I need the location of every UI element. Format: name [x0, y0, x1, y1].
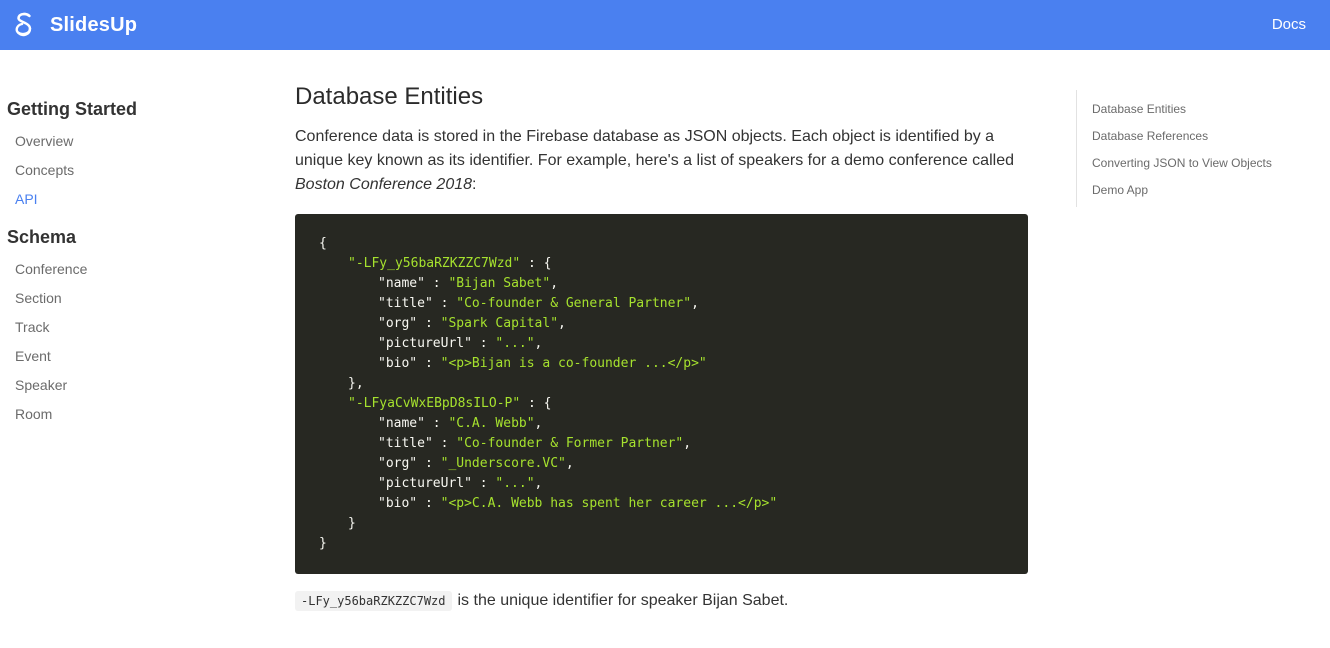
code-entry-key: "-LFy_y56baRZKZZC7Wzd" — [348, 256, 521, 271]
sidebar-item-event[interactable]: Event — [15, 342, 247, 371]
code-line: }, — [319, 374, 1028, 394]
page-title: Database Entities — [295, 83, 484, 110]
code-field-value: "Bijan Sabet" — [448, 276, 551, 291]
code-line: } — [319, 514, 1028, 534]
code-comma: , — [534, 476, 543, 491]
top-bar: SlidesUp Docs — [0, 0, 1330, 50]
code-line: "org" : "_Underscore.VC", — [378, 456, 574, 471]
sidebar-item-section[interactable]: Section — [15, 284, 247, 313]
identifier-note: -LFy_y56baRZKZZC7Wzd is the unique ident… — [295, 591, 1028, 611]
code-brace: } — [319, 536, 327, 551]
code-field-value: "..." — [495, 336, 535, 351]
code-brace: }, — [348, 376, 364, 391]
code-field-value: "C.A. Webb" — [448, 416, 535, 431]
code-field-name: "name" — [378, 276, 425, 291]
code-line: "-LFy_y56baRZKZZC7Wzd" : { — [348, 256, 552, 271]
code-line: "pictureUrl" : "...", — [378, 476, 543, 491]
code-block: { "-LFy_y56baRZKZZC7Wzd" : { "name" : "B… — [295, 214, 1028, 574]
toc-item-database-entities[interactable]: Database Entities — [1092, 96, 1306, 123]
code-field-value: "Spark Capital" — [440, 316, 559, 331]
code-brace: { — [319, 236, 327, 251]
code-line: "bio" : "<p>C.A. Webb has spent her care… — [378, 496, 778, 511]
code-line: "title" : "Co-founder & Former Partner", — [378, 436, 692, 451]
intro-text: Conference data is stored in the Firebas… — [295, 128, 1014, 169]
code-line: "bio" : "<p>Bijan is a co-founder ...</p… — [378, 356, 707, 371]
inline-code-identifier: -LFy_y56baRZKZZC7Wzd — [295, 591, 452, 611]
slidesup-logo-icon — [12, 11, 36, 39]
toc-item-demo-app[interactable]: Demo App — [1092, 177, 1306, 204]
sidebar: Getting Started Overview Concepts API Sc… — [7, 96, 247, 429]
code-field-name: "title" — [378, 436, 433, 451]
code-line: "pictureUrl" : "...", — [378, 336, 543, 351]
docs-link[interactable]: Docs — [1272, 16, 1306, 33]
code-field-name: "pictureUrl" — [378, 476, 472, 491]
intro-end: : — [472, 176, 477, 193]
sidebar-item-api[interactable]: API — [15, 185, 247, 214]
code-field-value: "Co-founder & General Partner" — [456, 296, 692, 311]
code-field-name: "bio" — [378, 356, 418, 371]
code-line: "title" : "Co-founder & General Partner"… — [378, 296, 699, 311]
toc-item-converting-json[interactable]: Converting JSON to View Objects — [1092, 150, 1306, 177]
code-line: "name" : "Bijan Sabet", — [378, 276, 559, 291]
sidebar-list-schema: Conference Section Track Event Speaker R… — [7, 255, 247, 429]
code-line: { — [319, 234, 1028, 254]
code-comma: , — [565, 456, 574, 471]
code-comma: , — [683, 436, 692, 451]
code-comma: , — [691, 296, 699, 311]
code-field-value: "..." — [495, 476, 535, 491]
sidebar-item-overview[interactable]: Overview — [15, 127, 247, 156]
code-field-name: "org" — [378, 316, 418, 331]
code-line: } — [319, 534, 1028, 554]
code-field-value: "Co-founder & Former Partner" — [456, 436, 684, 451]
note-text: is the unique identifier for speaker Bij… — [457, 592, 789, 609]
code-field-value: "<p>C.A. Webb has spent her career ...</… — [440, 496, 778, 511]
sidebar-item-concepts[interactable]: Concepts — [15, 156, 247, 185]
sidebar-heading-getting-started: Getting Started — [7, 99, 138, 119]
code-field-value: "<p>Bijan is a co-founder ...</p>" — [440, 356, 707, 371]
sidebar-heading-schema: Schema — [7, 227, 77, 247]
sidebar-item-conference[interactable]: Conference — [15, 255, 247, 284]
code-field-name: "pictureUrl" — [378, 336, 472, 351]
sidebar-item-speaker[interactable]: Speaker — [15, 371, 247, 400]
brand-name: SlidesUp — [50, 13, 138, 36]
code-field-value: "_Underscore.VC" — [440, 456, 566, 471]
toc-item-database-references[interactable]: Database References — [1092, 123, 1306, 150]
code-comma: , — [534, 336, 543, 351]
sidebar-item-room[interactable]: Room — [15, 400, 247, 429]
main-content: Database Entities Conference data is sto… — [295, 80, 1028, 611]
table-of-contents: Database Entities Database References Co… — [1076, 90, 1306, 207]
code-line: "name" : "C.A. Webb", — [378, 416, 543, 431]
sidebar-item-track[interactable]: Track — [15, 313, 247, 342]
code-entry-key: "-LFyaCvWxEBpD8sILO-P" — [348, 396, 521, 411]
intro-emphasis: Boston Conference 2018 — [295, 176, 473, 193]
code-line: "org" : "Spark Capital", — [378, 316, 566, 331]
sidebar-list-getting-started: Overview Concepts API — [7, 127, 247, 214]
code-field-name: "name" — [378, 416, 425, 431]
code-brace: } — [348, 516, 356, 531]
brand[interactable]: SlidesUp — [12, 11, 137, 39]
code-comma: , — [558, 316, 566, 331]
code-field-name: "org" — [378, 456, 418, 471]
code-comma: , — [534, 416, 543, 431]
intro-paragraph: Conference data is stored in the Firebas… — [295, 125, 1028, 197]
code-comma: , — [550, 276, 559, 291]
code-field-name: "bio" — [378, 496, 418, 511]
code-line: "-LFyaCvWxEBpD8sILO-P" : { — [348, 396, 552, 411]
code-field-name: "title" — [378, 296, 433, 311]
